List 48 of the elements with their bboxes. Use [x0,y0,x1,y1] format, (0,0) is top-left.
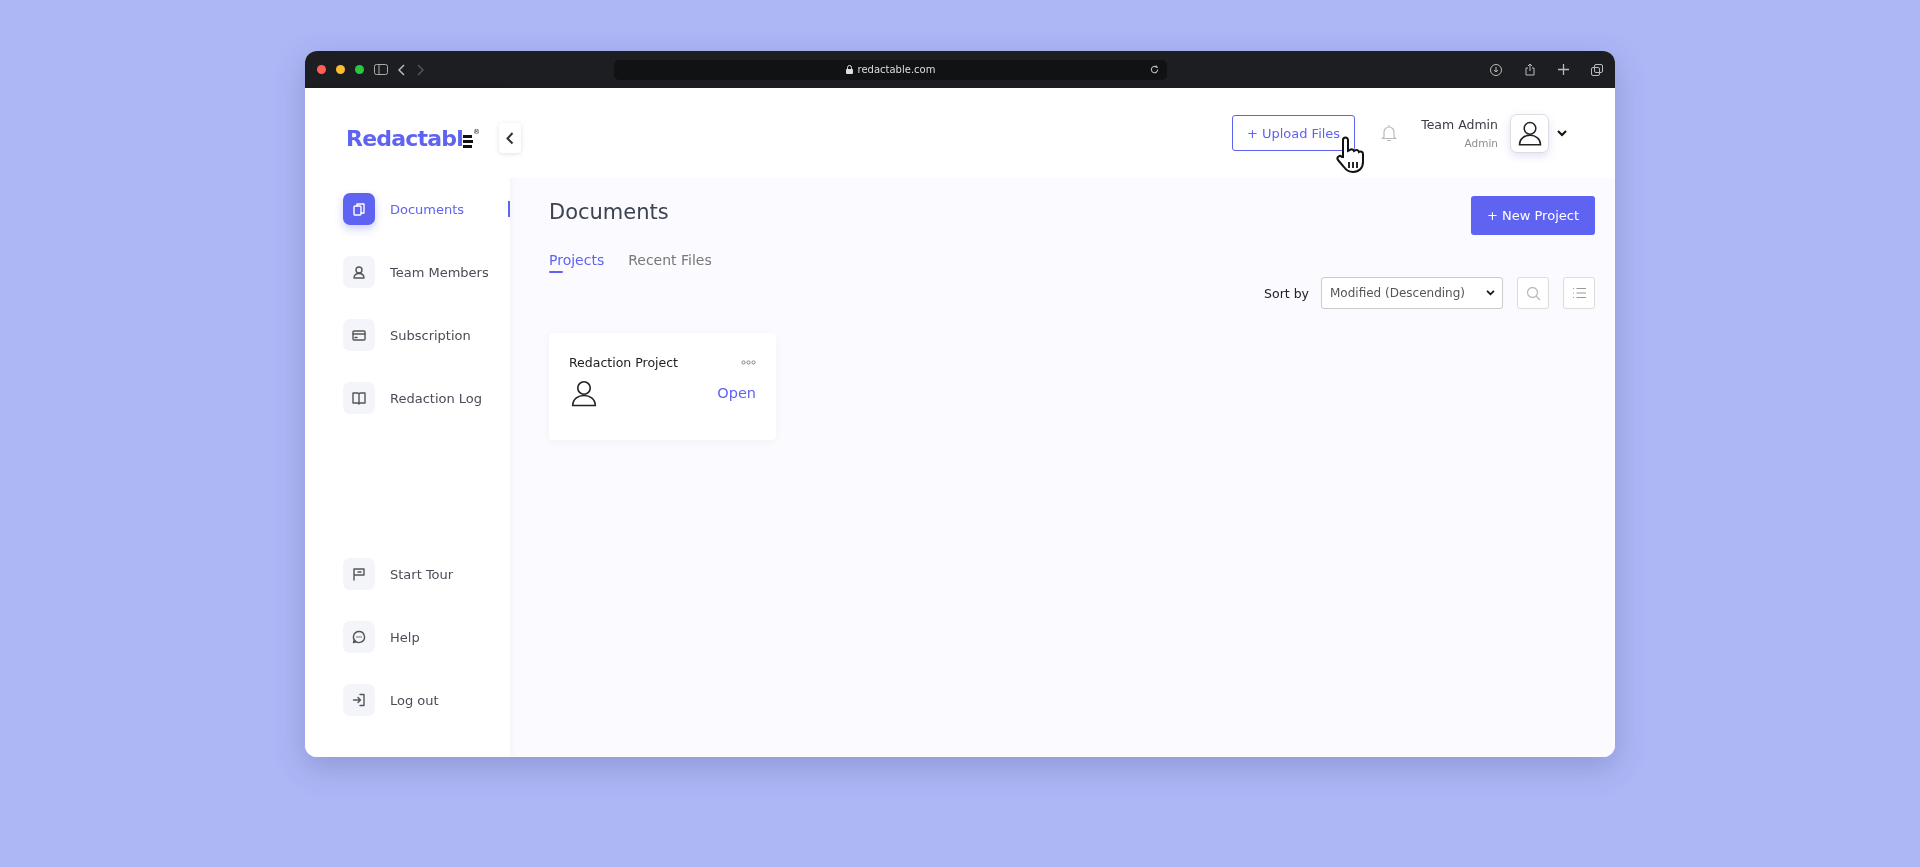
tab[interactable]: Recent Files [628,252,712,273]
minimize-window-icon[interactable] [336,65,345,74]
collapse-sidebar-button[interactable] [499,123,521,153]
avatar[interactable] [1510,113,1549,153]
new-tab-icon[interactable] [1558,64,1569,75]
user-role: Admin [1464,137,1498,149]
share-icon[interactable] [1524,63,1536,76]
search-icon [1525,285,1541,301]
list-icon [1571,287,1587,299]
more-options-icon[interactable] [741,360,756,365]
log-out-icon [352,693,366,707]
sort-dropdown[interactable]: Modified (Descending) [1321,277,1503,309]
logo-bars-icon [462,135,473,149]
sidebar-item[interactable]: Log out [343,684,510,716]
user-name: Team Admin [1421,117,1498,132]
address-bar[interactable]: redactable.com [614,59,1167,80]
chevron-down-icon [1486,290,1495,296]
back-icon[interactable] [398,63,406,76]
documents-icon [352,202,366,216]
project-name: Redaction Project [569,355,678,370]
sidebar-item[interactable]: Subscription [343,319,510,351]
person-icon [569,378,599,408]
sort-label: Sort by [1264,285,1309,301]
sidebar-toggle-icon[interactable] [374,64,388,75]
credit-card-icon [352,328,366,342]
sidebar-item[interactable]: Documents [343,193,510,225]
sidebar-item[interactable]: Team Members [343,256,510,288]
chevron-left-icon [506,131,514,145]
tabs-overview-icon[interactable] [1591,63,1603,76]
sidebar-item[interactable]: Redaction Log [343,382,510,414]
logo-text: Redactabl [346,126,463,151]
maximize-window-icon[interactable] [355,65,364,74]
user-icon [352,265,366,279]
page-title: Documents [549,200,670,224]
new-project-button[interactable]: + New Project [1471,196,1595,235]
lock-icon [845,65,853,74]
chat-icon [352,630,366,644]
chevron-down-icon[interactable] [1557,129,1567,137]
tab[interactable]: Projects [549,252,605,273]
open-link[interactable]: Open [717,385,756,401]
upload-files-button[interactable]: + Upload Files [1231,115,1356,151]
download-icon[interactable] [1490,63,1502,76]
close-window-icon[interactable] [317,65,326,74]
sidebar-item[interactable]: Help [343,621,510,653]
book-icon [352,391,366,405]
sidebar-item[interactable]: Start Tour [343,558,510,590]
flag-icon [352,567,366,581]
reload-icon[interactable] [1150,65,1159,74]
